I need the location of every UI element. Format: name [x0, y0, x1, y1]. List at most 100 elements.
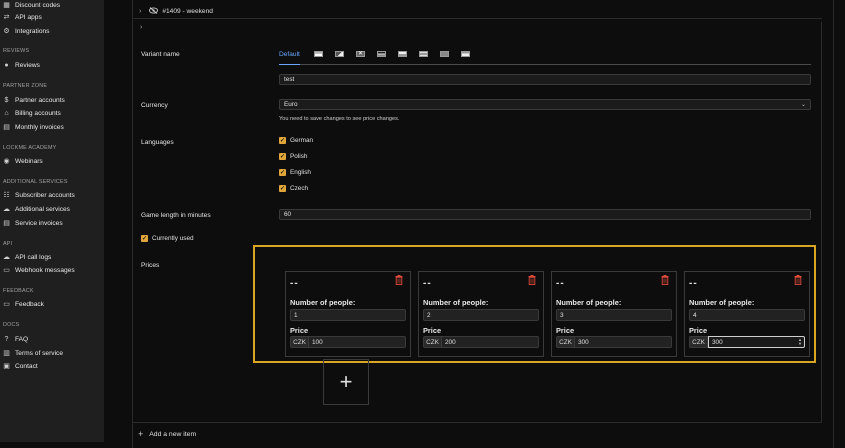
- trash-icon[interactable]: [395, 275, 403, 285]
- price-card-title: --: [689, 278, 698, 289]
- sidebar-item-integrations[interactable]: ⚙ Integrations: [3, 26, 49, 36]
- price-label: Price: [556, 326, 575, 335]
- tab-default[interactable]: Default: [279, 51, 300, 65]
- checkbox-checked-icon[interactable]: ✓: [141, 235, 148, 242]
- price-label: Price: [423, 326, 442, 335]
- flag-uk-icon[interactable]: ✕: [356, 51, 365, 57]
- prices-highlight-box: -- Number of people: 1 Price CZK 100 -- …: [253, 245, 816, 363]
- divider: [132, 18, 822, 19]
- price-label: Price: [290, 326, 309, 335]
- add-new-item-label: Add a new item: [149, 430, 197, 438]
- sidebar-item-additional-services[interactable]: ☁ Additional services: [3, 204, 70, 214]
- checkbox-checked-icon[interactable]: ✓: [279, 169, 286, 176]
- flag-icon[interactable]: [419, 51, 428, 57]
- variant-header-row[interactable]: › #1409 - weekend: [139, 7, 213, 16]
- flag-icon[interactable]: [335, 51, 344, 57]
- checkbox-checked-icon[interactable]: ✓: [279, 137, 286, 144]
- question-icon: ?: [4, 335, 9, 343]
- trash-icon[interactable]: [528, 275, 536, 285]
- eye-slash-icon[interactable]: [149, 7, 159, 16]
- number-of-people-input[interactable]: 2: [423, 309, 539, 321]
- sidebar-item-api-call-logs[interactable]: ☁ API call logs: [3, 252, 51, 262]
- price-card: -- Number of people: 2 Price CZK 200: [418, 271, 544, 357]
- currency-addon: CZK: [689, 336, 708, 348]
- number-spinner-icon[interactable]: ▲ ▼: [798, 338, 802, 346]
- flag-icon[interactable]: [377, 51, 386, 57]
- code-icon: ⇄: [3, 13, 10, 21]
- sidebar-item-service-invoices[interactable]: ▤ Service invoices: [3, 218, 62, 228]
- book-icon: ▥: [3, 349, 10, 357]
- cloud-icon: ☁: [3, 205, 10, 213]
- price-input[interactable]: 100: [309, 336, 406, 348]
- sidebar-item-discount-codes[interactable]: ▦ Discount codes: [3, 0, 60, 10]
- sidebar-item-subscriber-accounts[interactable]: ☷ Subscriber accounts: [3, 190, 74, 200]
- sidebar-item-feedback[interactable]: ▭ Feedback: [3, 299, 44, 309]
- variant-name-input[interactable]: test: [279, 74, 811, 85]
- message-icon: ▭: [3, 266, 10, 274]
- price-label: Price: [689, 326, 708, 335]
- sidebar-section-additional-services: ADDITIONAL SERVICES: [3, 179, 68, 185]
- plus-icon: +: [138, 429, 144, 439]
- main-content: › #1409 - weekend › Variant name Default…: [104, 0, 845, 448]
- sidebar-section-api: API: [3, 241, 13, 247]
- sidebar-item-contact[interactable]: ▣ Contact: [3, 361, 38, 371]
- flag-icon[interactable]: [461, 51, 470, 57]
- price-card: -- Number of people: 3 Price CZK 300: [551, 271, 677, 357]
- dollar-icon: $: [4, 96, 9, 104]
- checkbox-checked-icon[interactable]: ✓: [279, 153, 286, 160]
- language-tabs: Default ✕: [279, 46, 811, 65]
- sidebar-item-webhook-messages[interactable]: ▭ Webhook messages: [3, 265, 74, 275]
- checkbox-german[interactable]: ✓ German: [279, 137, 313, 144]
- price-input[interactable]: 300: [575, 336, 672, 348]
- price-input-focused[interactable]: 300 ▲ ▼: [708, 336, 805, 348]
- chevron-right-icon[interactable]: ›: [139, 8, 141, 15]
- feedback-icon: ▭: [3, 300, 10, 308]
- checkbox-polish[interactable]: ✓ Polish: [279, 153, 307, 160]
- sidebar-item-monthly-invoices[interactable]: ▤ Monthly invoices: [3, 122, 64, 132]
- price-card-title: --: [556, 278, 565, 289]
- sidebar-item-terms-of-service[interactable]: ▥ Terms of service: [3, 348, 63, 358]
- price-card: -- Number of people: 1 Price CZK 100: [285, 271, 411, 357]
- flag-icon[interactable]: [440, 51, 449, 57]
- prices-label: Prices: [141, 262, 160, 269]
- chat-icon: ●: [4, 61, 9, 69]
- sidebar-item-partner-accounts[interactable]: $ Partner accounts: [3, 95, 65, 105]
- grid-icon: ▦: [3, 1, 10, 9]
- price-card-title: --: [290, 278, 299, 289]
- currency-label: Currency: [141, 102, 168, 109]
- number-of-people-input[interactable]: 3: [556, 309, 672, 321]
- contact-icon: ▣: [3, 362, 10, 370]
- number-of-people-label: Number of people:: [423, 298, 489, 307]
- flag-icon[interactable]: [314, 51, 323, 57]
- sidebar-item-reviews[interactable]: ● Reviews: [3, 60, 40, 70]
- checkbox-checked-icon[interactable]: ✓: [279, 185, 286, 192]
- add-new-item-button[interactable]: + Add a new item: [138, 429, 196, 439]
- cloud-icon: ☁: [3, 253, 10, 261]
- checkbox-currently-used[interactable]: ✓ Currently used: [141, 235, 194, 242]
- trash-icon[interactable]: [661, 275, 669, 285]
- sidebar-item-api-apps[interactable]: ⇄ API apps: [3, 12, 42, 22]
- puzzle-icon: ⚙: [3, 27, 10, 35]
- sidebar-item-billing-accounts[interactable]: ⌂ Billing accounts: [3, 108, 60, 118]
- checkbox-czech[interactable]: ✓ Czech: [279, 185, 308, 192]
- number-of-people-input[interactable]: 4: [689, 309, 805, 321]
- currency-addon: CZK: [290, 336, 309, 348]
- chevron-down-icon: ⌄: [800, 102, 806, 108]
- add-price-button[interactable]: +: [323, 359, 369, 405]
- users-icon: ☷: [3, 191, 10, 199]
- currency-select[interactable]: Euro ⌄: [279, 99, 811, 110]
- currency-hint: You need to save changes to see price ch…: [279, 116, 400, 122]
- currency-addon: CZK: [556, 336, 575, 348]
- sidebar-section-partner-zone: PARTNER ZONE: [3, 83, 48, 89]
- sidebar-item-faq[interactable]: ? FAQ: [3, 334, 29, 344]
- number-of-people-input[interactable]: 1: [290, 309, 406, 321]
- game-length-input[interactable]: 60: [279, 209, 811, 220]
- sidebar-item-webinars[interactable]: ◉ Webinars: [3, 156, 42, 166]
- invoice-icon: ▤: [3, 123, 10, 131]
- price-input[interactable]: 200: [442, 336, 539, 348]
- trash-icon[interactable]: [794, 275, 802, 285]
- checkbox-english[interactable]: ✓ English: [279, 169, 311, 176]
- chevron-right-icon[interactable]: ›: [140, 24, 142, 31]
- price-input-value: 300: [712, 338, 723, 346]
- flag-icon[interactable]: [398, 51, 407, 57]
